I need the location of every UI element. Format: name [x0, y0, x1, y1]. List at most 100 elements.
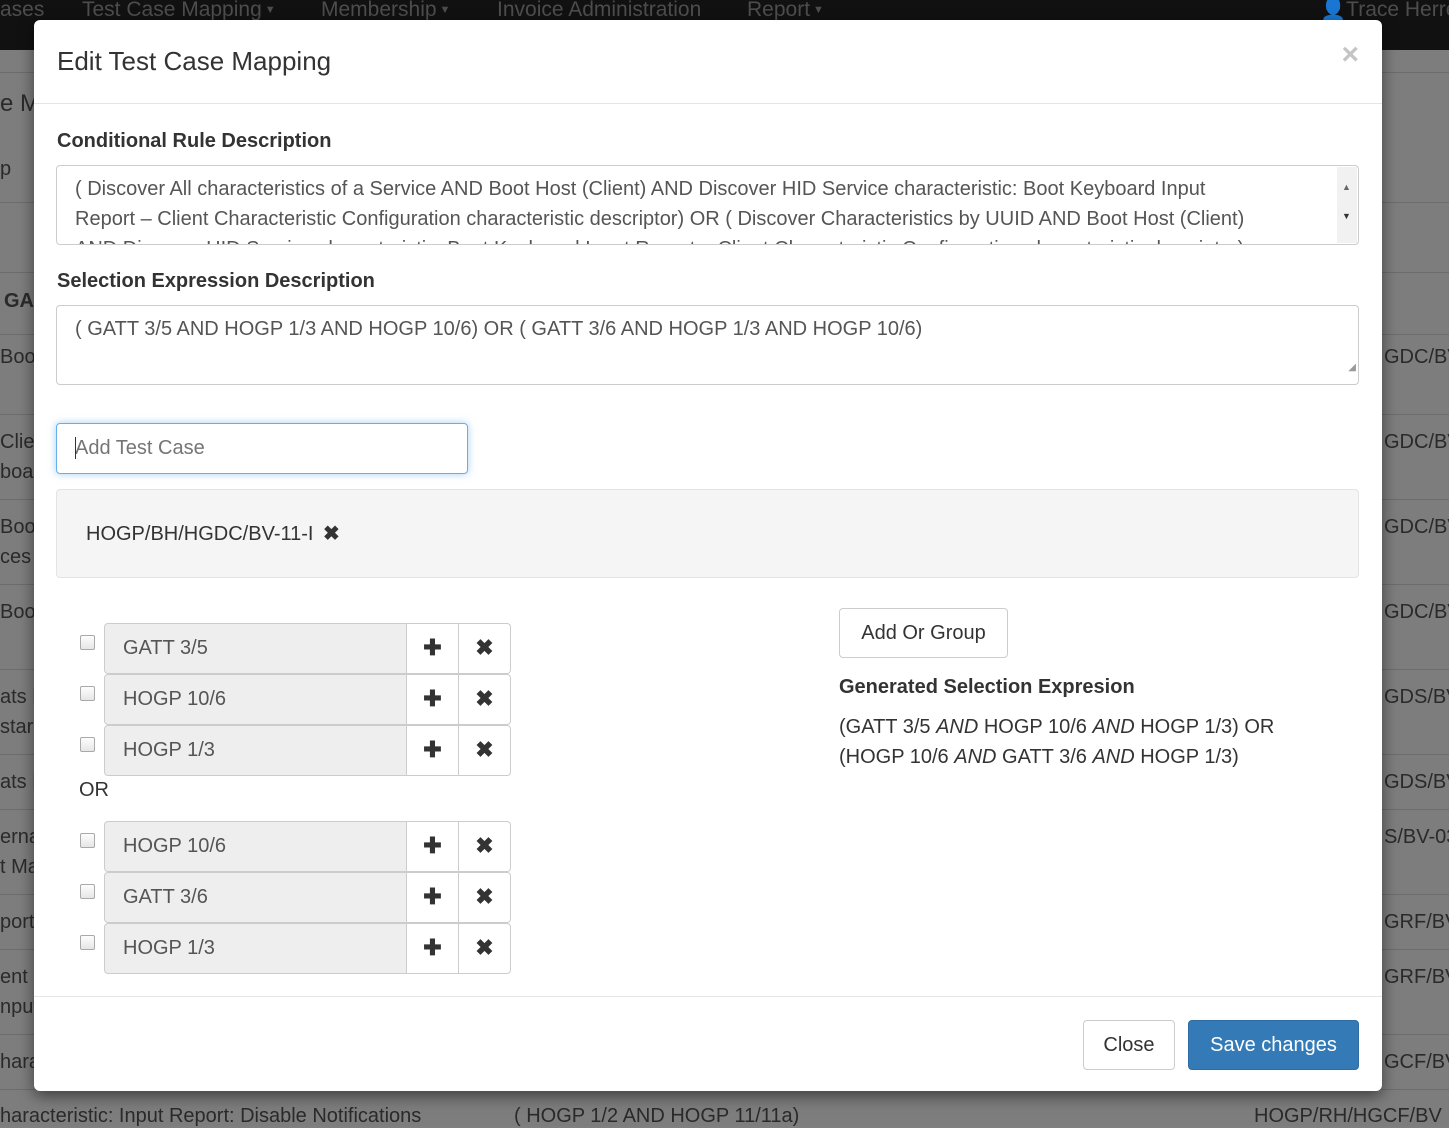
expr-and: AND	[936, 716, 979, 738]
bg-header: GA	[4, 290, 34, 312]
condition-checkbox[interactable]	[80, 884, 95, 899]
expr-and: AND	[1092, 716, 1135, 738]
test-case-tag-label: HOGP/BH/HGDC/BV-11-I	[86, 523, 314, 545]
textarea-value: ( GATT 3/5 AND HOGP 1/3 AND HOGP 10/6) O…	[75, 318, 923, 340]
bg-cell: S/BV-03	[1384, 826, 1449, 848]
caret-down-icon: ▼	[813, 4, 824, 17]
bg-cell: star	[0, 716, 34, 738]
remove-condition-button[interactable]: ✖	[458, 872, 511, 923]
caret-down-icon: ▼	[439, 4, 451, 17]
bg-cell: GDS/BV	[1384, 771, 1449, 793]
condition-row: HOGP 1/3 ✚ ✖	[78, 725, 518, 776]
bg-cell: haracteristic: Input Report: Disable Not…	[0, 1105, 422, 1127]
remove-condition-button[interactable]: ✖	[458, 623, 511, 674]
save-changes-button[interactable]: Save changes	[1188, 1020, 1359, 1070]
user-icon: 👤	[1320, 0, 1347, 21]
generated-expression-label: Generated Selection Expresion	[839, 676, 1135, 698]
nav-item-test-cases[interactable]: ases	[0, 0, 44, 22]
nav-item-report[interactable]: Report ▼	[747, 0, 824, 22]
add-condition-button[interactable]: ✚	[406, 821, 459, 872]
expr-and: AND	[954, 746, 997, 768]
expr-part: (GATT 3/5	[839, 716, 937, 738]
bg-cell: Boo	[0, 601, 36, 623]
modal-footer-divider	[34, 996, 1382, 997]
condition-row: HOGP 10/6 ✚ ✖	[78, 821, 518, 872]
bg-cell: port	[0, 911, 35, 933]
nav-item-membership[interactable]: Membership ▼	[321, 0, 450, 22]
generated-expression-line: (HOGP 10/6 AND GATT 3/6 AND HOGP 1/3)	[839, 742, 1339, 772]
condition-row: HOGP 10/6 ✚ ✖	[78, 674, 518, 725]
add-condition-button[interactable]: ✚	[406, 725, 459, 776]
condition-row: GATT 3/5 ✚ ✖	[78, 623, 518, 674]
condition-field: GATT 3/6	[104, 872, 407, 923]
bg-cell: Boo	[0, 516, 36, 538]
bg-cell: GDC/BV	[1384, 601, 1449, 623]
edit-test-case-mapping-modal: Edit Test Case Mapping × Conditional Rul…	[34, 20, 1382, 1091]
bg-cell: GCF/BV	[1384, 1051, 1449, 1073]
add-condition-button[interactable]: ✚	[406, 623, 459, 674]
bg-cell: p	[0, 158, 12, 180]
nav-item-invoice-administration[interactable]: Invoice Administration	[497, 0, 701, 22]
bg-cell: GRF/BV	[1384, 911, 1449, 933]
resize-handle-icon[interactable]: ◢	[1348, 353, 1356, 383]
bg-cell: GDS/BV	[1384, 686, 1449, 708]
bg-cell: Clie	[0, 431, 35, 453]
remove-tag-icon[interactable]: ✖	[323, 523, 340, 545]
add-condition-button[interactable]: ✚	[406, 923, 459, 974]
expr-part: GATT 3/6	[996, 746, 1093, 768]
close-button[interactable]: Close	[1083, 1020, 1175, 1070]
bg-cell: ces	[0, 546, 32, 568]
or-separator: OR	[79, 779, 109, 801]
conditional-rule-textarea[interactable]: ( Discover All characteristics of a Serv…	[56, 165, 1359, 245]
close-icon[interactable]: ×	[1341, 38, 1359, 72]
add-test-case-input[interactable]	[56, 423, 468, 474]
textarea-line: ( Discover All characteristics of a Serv…	[75, 178, 1206, 200]
test-case-tag: HOGP/BH/HGDC/BV-11-I ✖	[86, 521, 340, 546]
user-menu[interactable]: 👤Trace Herre	[1320, 0, 1449, 22]
remove-condition-button[interactable]: ✖	[458, 674, 511, 725]
condition-checkbox[interactable]	[80, 833, 95, 848]
add-condition-button[interactable]: ✚	[406, 872, 459, 923]
condition-checkbox[interactable]	[80, 737, 95, 752]
textarea-line: Report – Client Characteristic Configura…	[75, 208, 1245, 230]
condition-checkbox[interactable]	[80, 935, 95, 950]
nav-label: Test Case Mapping	[82, 0, 262, 21]
condition-row: HOGP 1/3 ✚ ✖	[78, 923, 518, 974]
bg-cell: HOGP/RH/HGCF/BV	[1254, 1105, 1442, 1127]
bg-cell: GDC/BV	[1384, 346, 1449, 368]
scroll-up-icon[interactable]: ▲	[1342, 172, 1351, 202]
caret-down-icon: ▼	[264, 4, 276, 17]
remove-condition-button[interactable]: ✖	[458, 821, 511, 872]
add-condition-button[interactable]: ✚	[406, 674, 459, 725]
condition-field: GATT 3/5	[104, 623, 407, 674]
bg-cell: GRF/BV	[1384, 966, 1449, 988]
add-or-group-button[interactable]: Add Or Group	[839, 608, 1008, 658]
selection-expression-label: Selection Expression Description	[57, 270, 375, 292]
textarea-line: AND Discover HID Service characteristic:…	[75, 234, 1318, 244]
bg-cell: Boo	[0, 346, 36, 368]
remove-condition-button[interactable]: ✖	[458, 725, 511, 776]
condition-checkbox[interactable]	[80, 635, 95, 650]
expr-and: AND	[1092, 746, 1135, 768]
condition-field: HOGP 10/6	[104, 821, 407, 872]
condition-row: GATT 3/6 ✚ ✖	[78, 872, 518, 923]
selection-expression-textarea[interactable]: ( GATT 3/5 AND HOGP 1/3 AND HOGP 10/6) O…	[56, 305, 1359, 385]
scroll-down-icon[interactable]: ▼	[1342, 201, 1351, 231]
nav-item-test-case-mapping[interactable]: Test Case Mapping ▼	[82, 0, 276, 22]
condition-checkbox[interactable]	[80, 686, 95, 701]
text-cursor	[75, 437, 76, 459]
nav-label: Report	[747, 0, 811, 21]
nav-label: Membership	[321, 0, 437, 21]
modal-title: Edit Test Case Mapping	[57, 46, 332, 76]
remove-condition-button[interactable]: ✖	[458, 923, 511, 974]
generated-expression: (GATT 3/5 AND HOGP 10/6 AND HOGP 1/3) OR…	[839, 712, 1339, 772]
condition-field: HOGP 10/6	[104, 674, 407, 725]
condition-field: HOGP 1/3	[104, 923, 407, 974]
expr-part: (HOGP 10/6	[839, 746, 955, 768]
generated-expression-line: (GATT 3/5 AND HOGP 10/6 AND HOGP 1/3) OR	[839, 712, 1339, 742]
expr-part: HOGP 1/3)	[1134, 746, 1239, 768]
user-name: Trace Herre	[1346, 0, 1449, 21]
textarea-scrollbar[interactable]: ▲ ▼	[1337, 167, 1357, 243]
modal-header: Edit Test Case Mapping ×	[34, 20, 1382, 104]
condition-field: HOGP 1/3	[104, 725, 407, 776]
